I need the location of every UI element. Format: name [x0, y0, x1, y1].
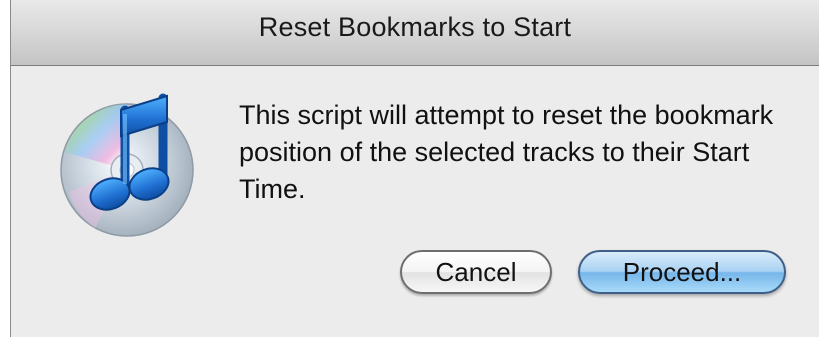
dialog-message: This script will attempt to reset the bo…	[239, 100, 774, 204]
proceed-button[interactable]: Proceed...	[578, 250, 786, 294]
dialog-title: Reset Bookmarks to Start	[258, 12, 572, 42]
cancel-button[interactable]: Cancel	[400, 250, 552, 294]
itunes-cd-music-note-icon	[60, 93, 194, 237]
screenshot-page: Reset Bookmarks to Start This script wil…	[0, 0, 819, 337]
reset-bookmarks-dialog: Reset Bookmarks to Start This script wil…	[10, 0, 819, 337]
dialog-title-bar[interactable]: Reset Bookmarks to Start	[11, 0, 819, 66]
